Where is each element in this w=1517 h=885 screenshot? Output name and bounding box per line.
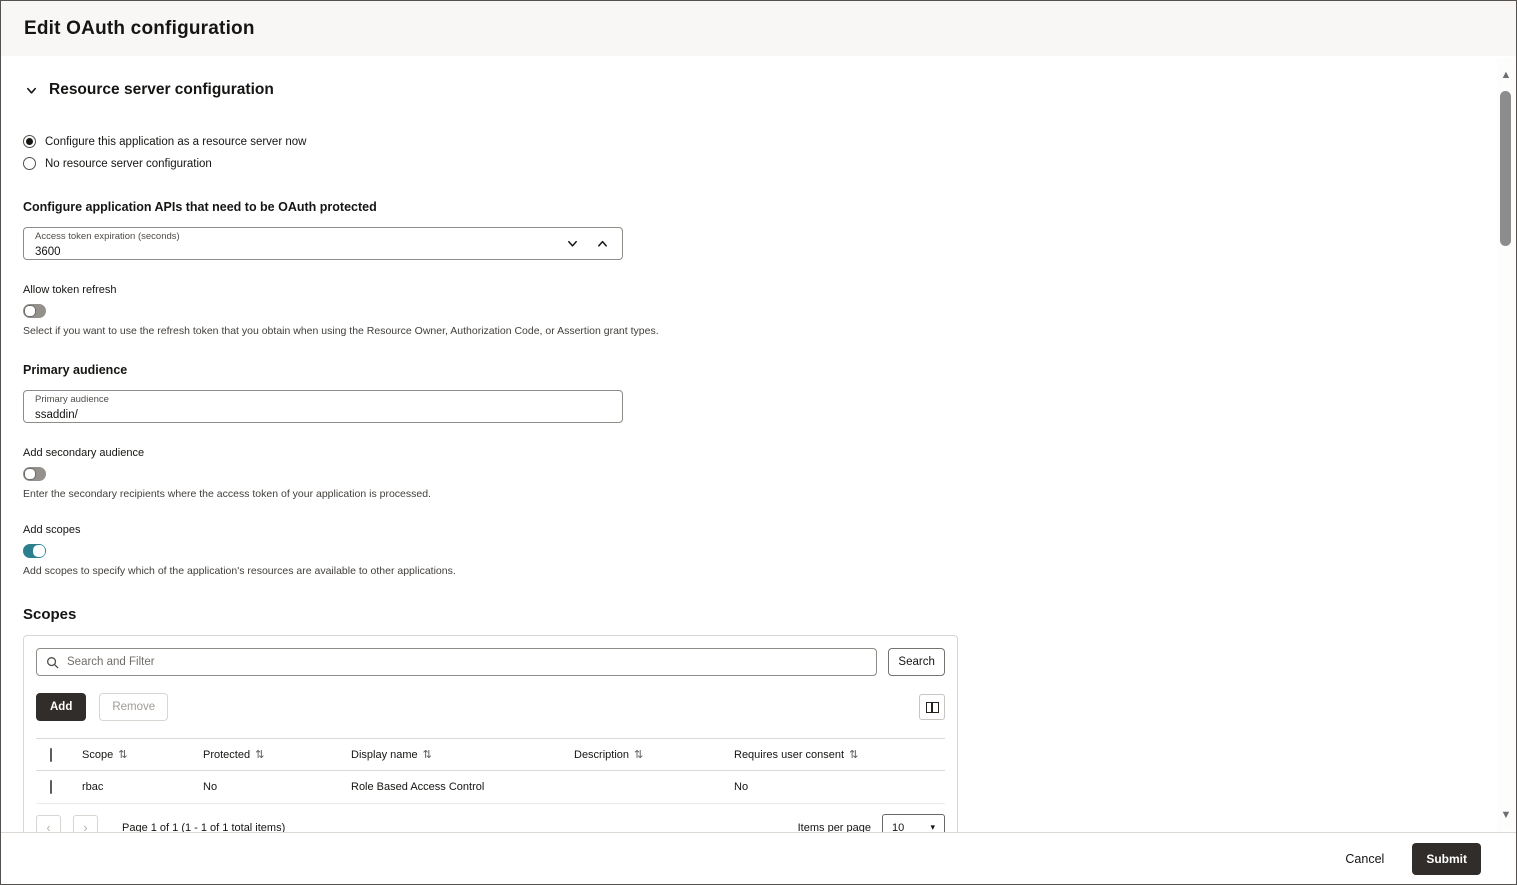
- main-content: Resource server configuration Configure …: [1, 56, 1516, 832]
- primary-audience-input[interactable]: [35, 408, 455, 422]
- radio-configure-resource-server[interactable]: Configure this application as a resource…: [23, 135, 1516, 148]
- stepper-controls: [566, 228, 609, 259]
- field-label: Primary audience: [35, 394, 612, 405]
- add-scopes-label: Add scopes: [23, 524, 1516, 536]
- field-label: Access token expiration (seconds): [35, 231, 612, 242]
- titlebar: Edit OAuth configuration: [1, 1, 1516, 56]
- allow-token-refresh-toggle[interactable]: [23, 304, 46, 318]
- cell-protected: No: [199, 771, 347, 804]
- sort-icon[interactable]: ⇅: [118, 749, 127, 761]
- items-per-page-select[interactable]: 10 ▾: [882, 814, 945, 832]
- radio-label: Configure this application as a resource…: [45, 136, 306, 148]
- table-actions-row: Add Remove: [36, 693, 945, 721]
- remove-button[interactable]: Remove: [99, 693, 168, 721]
- sort-icon[interactable]: ⇅: [423, 749, 432, 761]
- add-secondary-audience-label: Add secondary audience: [23, 447, 1516, 459]
- column-header-description: Description: [574, 749, 629, 761]
- access-token-expiration-field[interactable]: Access token expiration (seconds): [23, 227, 623, 260]
- toggle-knob: [24, 468, 36, 480]
- table-row[interactable]: rbac No Role Based Access Control No: [36, 771, 945, 804]
- radio-no-resource-server[interactable]: No resource server configuration: [23, 157, 1516, 170]
- items-per-page: Items per page 10 ▾: [798, 814, 945, 832]
- cancel-button[interactable]: Cancel: [1345, 852, 1384, 866]
- access-token-expiration-input[interactable]: [35, 245, 455, 259]
- search-icon: [46, 656, 59, 669]
- cell-scope: rbac: [78, 771, 199, 804]
- radio-selected-icon[interactable]: [23, 135, 36, 148]
- chevron-down-icon: [25, 84, 38, 97]
- primary-audience-heading: Primary audience: [23, 363, 1516, 377]
- pagination-status: Page 1 of 1 (1 - 1 of 1 total items): [122, 822, 285, 833]
- submit-button[interactable]: Submit: [1412, 843, 1481, 875]
- column-header-requires-user-consent: Requires user consent: [734, 749, 844, 761]
- items-per-page-value: 10: [892, 822, 904, 833]
- search-input[interactable]: [67, 656, 867, 668]
- column-header-display-name: Display name: [351, 749, 418, 761]
- api-section-heading: Configure application APIs that need to …: [23, 200, 1516, 214]
- search-row: Search: [36, 648, 945, 676]
- column-manager-icon: [926, 702, 939, 713]
- sort-icon[interactable]: ⇅: [849, 749, 858, 761]
- scopes-panel: Search Add Remove Scope ⇅ Protected ⇅ Disp…: [23, 635, 958, 832]
- pager-prev-icon: ‹: [46, 820, 50, 832]
- column-header-protected: Protected: [203, 749, 250, 761]
- add-secondary-audience-toggle[interactable]: [23, 467, 46, 481]
- row-checkbox[interactable]: [50, 780, 52, 794]
- toggle-knob: [33, 545, 45, 557]
- section-heading: Resource server configuration: [49, 81, 274, 99]
- allow-token-refresh-help: Select if you want to use the refresh to…: [23, 325, 1516, 337]
- manage-columns-button[interactable]: [919, 694, 945, 720]
- pagination-bar: ‹ › Page 1 of 1 (1 - 1 of 1 total items)…: [36, 814, 945, 832]
- add-button[interactable]: Add: [36, 693, 86, 721]
- radio-unselected-icon[interactable]: [23, 157, 36, 170]
- edit-oauth-configuration-dialog: Edit OAuth configuration Resource server…: [0, 0, 1517, 885]
- search-button[interactable]: Search: [888, 648, 945, 676]
- stepper-increment-icon[interactable]: [596, 237, 609, 250]
- next-page-button[interactable]: ›: [73, 815, 98, 833]
- table-header-row: Scope ⇅ Protected ⇅ Display name ⇅ Descript…: [36, 739, 945, 771]
- scopes-heading: Scopes: [23, 606, 1516, 623]
- scrollbar-thumb[interactable]: [1500, 91, 1511, 246]
- stepper-decrement-icon[interactable]: [566, 237, 579, 250]
- allow-token-refresh-label: Allow token refresh: [23, 284, 1516, 296]
- cell-description: [570, 771, 730, 804]
- caret-down-icon: ▾: [930, 822, 935, 832]
- radio-label: No resource server configuration: [45, 158, 212, 170]
- cell-display-name: Role Based Access Control: [347, 771, 570, 804]
- previous-page-button[interactable]: ‹: [36, 815, 61, 833]
- add-secondary-audience-help: Enter the secondary recipients where the…: [23, 488, 1516, 500]
- items-per-page-label: Items per page: [798, 822, 871, 833]
- sort-icon[interactable]: ⇅: [255, 749, 264, 761]
- scopes-table: Scope ⇅ Protected ⇅ Display name ⇅ Descript…: [36, 738, 945, 804]
- pager-next-icon: ›: [83, 820, 87, 832]
- select-all-checkbox[interactable]: [50, 748, 52, 762]
- sort-icon[interactable]: ⇅: [634, 749, 643, 761]
- page-title: Edit OAuth configuration: [24, 18, 255, 40]
- scroll-up-icon[interactable]: ▲: [1497, 70, 1515, 81]
- resource-server-radio-group: Configure this application as a resource…: [23, 135, 1516, 170]
- search-box[interactable]: [36, 648, 877, 676]
- resource-server-section-toggle[interactable]: Resource server configuration: [25, 81, 1516, 99]
- add-scopes-toggle[interactable]: [23, 544, 46, 558]
- primary-audience-field[interactable]: Primary audience: [23, 390, 623, 423]
- cell-requires-consent: No: [730, 771, 945, 804]
- footer-action-bar: Cancel Submit: [1, 832, 1516, 884]
- toggle-knob: [24, 305, 36, 317]
- scroll-down-icon[interactable]: ▼: [1497, 810, 1515, 821]
- vertical-scrollbar[interactable]: ▲ ▼: [1497, 58, 1515, 831]
- column-header-scope: Scope: [82, 749, 113, 761]
- add-scopes-help: Add scopes to specify which of the appli…: [23, 565, 1516, 577]
